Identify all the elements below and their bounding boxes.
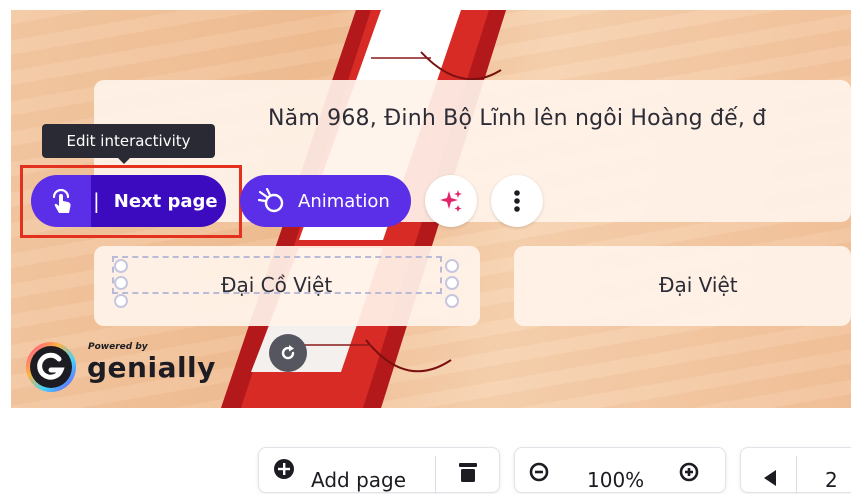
animation-icon	[258, 188, 284, 213]
resize-handle-bottom-right[interactable]	[445, 294, 459, 308]
resize-handle-mid-left[interactable]	[114, 276, 128, 290]
question-text[interactable]: Năm 968, Đinh Bộ Lĩnh lên ngôi Hoàng đế,…	[268, 106, 766, 131]
more-options-button[interactable]	[491, 175, 543, 227]
zoom-level: 100%	[587, 468, 645, 492]
interactivity-button[interactable]: | Next page	[31, 175, 226, 227]
sparkle-icon	[440, 190, 462, 212]
delete-page-icon[interactable]	[456, 460, 480, 484]
more-vertical-icon	[514, 190, 520, 212]
genially-logo-icon	[26, 342, 76, 392]
separator: |	[93, 189, 100, 213]
animation-label: Animation	[298, 190, 390, 212]
answer-label-2[interactable]: Đại Việt	[659, 273, 738, 297]
ai-sparkle-button[interactable]	[425, 175, 477, 227]
page-navigation-toolbar: 2	[740, 447, 851, 494]
brand-name: genially	[87, 351, 216, 384]
add-page-button[interactable]: Add page	[311, 468, 406, 492]
genially-logo: Powered by genially	[24, 340, 215, 394]
animation-button[interactable]: Animation	[240, 175, 411, 227]
page-number: 2	[825, 468, 838, 492]
edit-interactivity-tooltip: Edit interactivity	[42, 124, 215, 164]
selection-box[interactable]	[112, 256, 442, 294]
interactivity-label: Next page	[113, 190, 218, 212]
rotate-handle[interactable]	[269, 334, 307, 372]
hand-pointer-icon	[52, 188, 71, 213]
add-circle-icon	[274, 459, 294, 479]
zoom-toolbar: 100%	[514, 447, 726, 493]
zoom-in-icon[interactable]	[679, 462, 703, 486]
toolbar-divider	[435, 456, 436, 494]
zoom-out-icon[interactable]	[529, 462, 553, 486]
previous-page-icon[interactable]	[763, 470, 777, 486]
interactivity-label-segment[interactable]: | Next page	[91, 175, 226, 227]
resize-handle-bottom-left[interactable]	[114, 294, 128, 308]
resize-handle-top-right[interactable]	[445, 259, 459, 273]
toolbar-divider	[796, 456, 797, 494]
rotate-icon	[281, 345, 295, 360]
resize-handle-mid-right[interactable]	[445, 276, 459, 290]
page-actions-toolbar: Add page	[258, 447, 500, 494]
resize-handle-top-left[interactable]	[114, 259, 128, 273]
interactivity-icon-segment[interactable]	[31, 175, 91, 227]
